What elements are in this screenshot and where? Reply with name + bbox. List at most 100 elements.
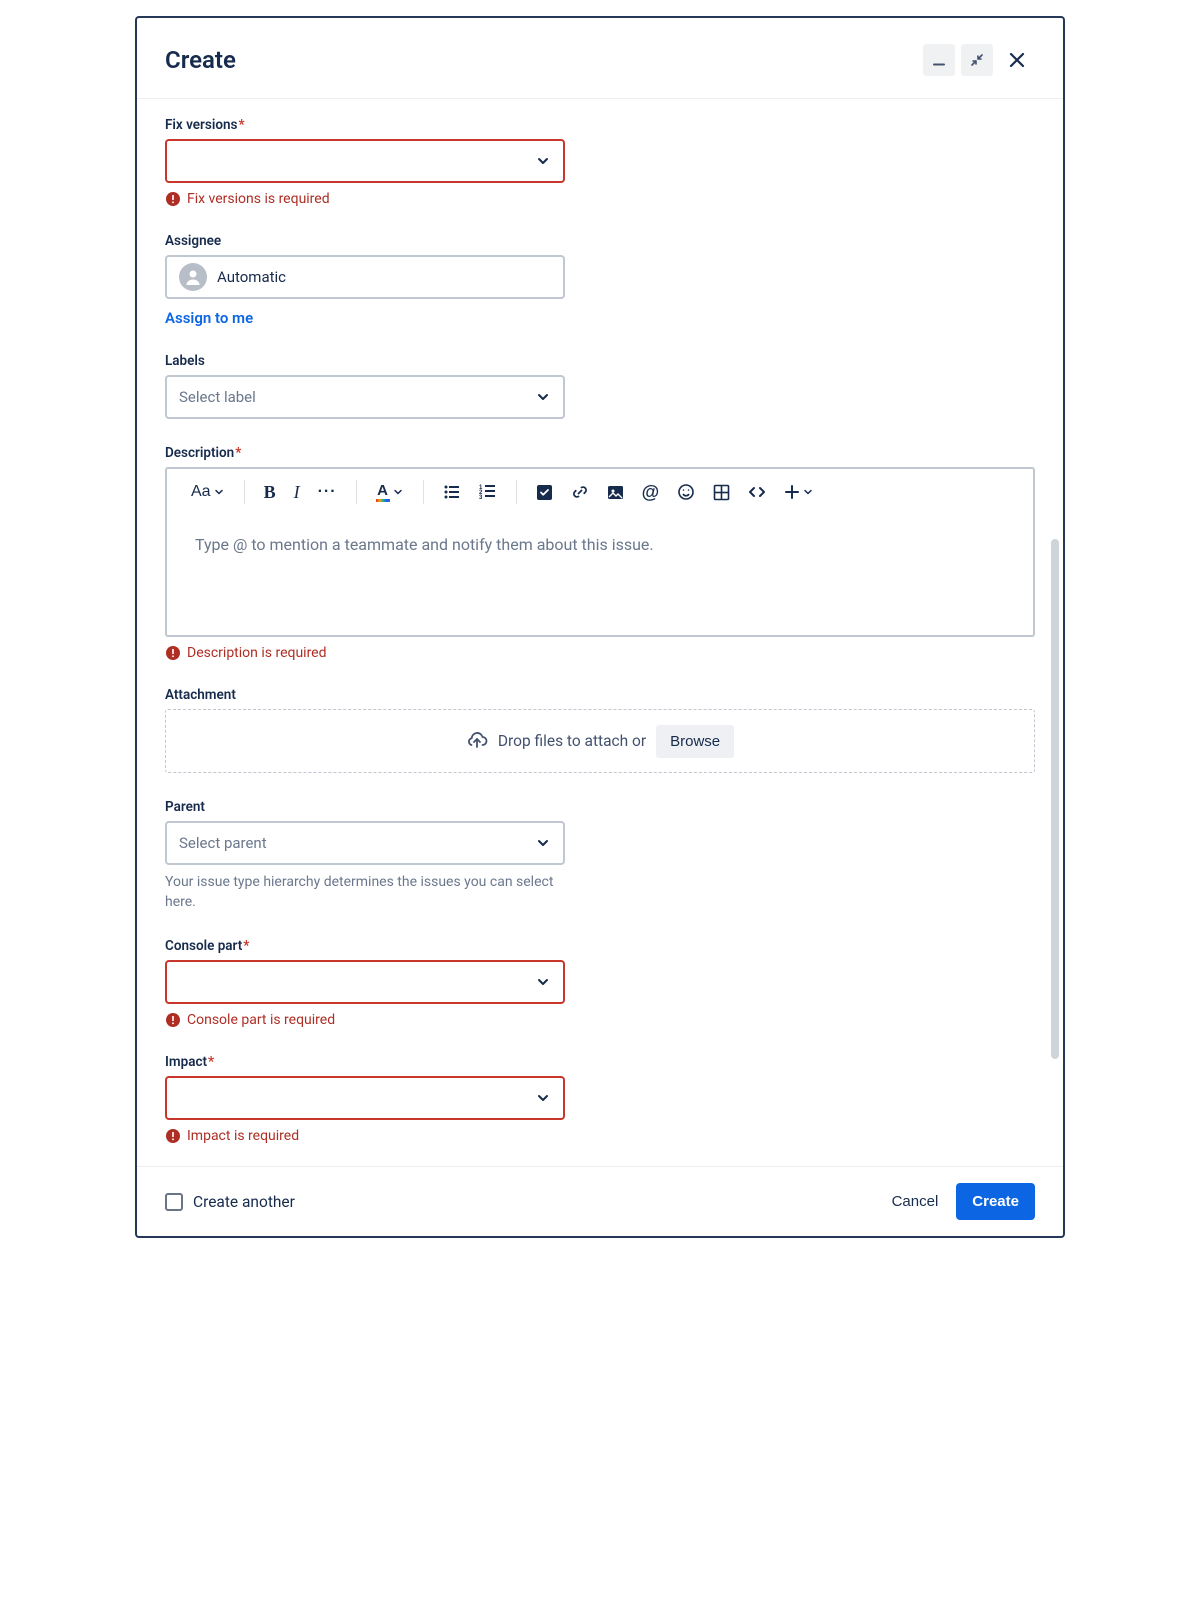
header-actions xyxy=(923,42,1035,78)
image-button[interactable] xyxy=(603,482,628,503)
code-button[interactable] xyxy=(744,481,770,503)
field-fix-versions: Fix versions* Fix versions is required xyxy=(165,117,1035,207)
required-star: * xyxy=(238,117,244,133)
console-part-error: Console part is required xyxy=(165,1012,1035,1028)
console-part-select[interactable] xyxy=(165,960,565,1004)
bullet-list-icon xyxy=(443,483,461,501)
svg-text:3: 3 xyxy=(479,495,483,501)
chevron-down-icon xyxy=(213,486,225,498)
text-style-button[interactable]: Aa xyxy=(187,481,229,503)
emoji-button[interactable] xyxy=(673,481,699,503)
text-style-label: Aa xyxy=(191,483,211,501)
scrollbar-thumb[interactable] xyxy=(1051,539,1059,1059)
create-another-checkbox-row[interactable]: Create another xyxy=(165,1193,295,1211)
smiley-icon xyxy=(677,483,695,501)
check-square-icon xyxy=(536,484,553,501)
modal-body: Fix versions* Fix versions is required A… xyxy=(137,99,1063,1166)
create-another-checkbox[interactable] xyxy=(165,1193,183,1211)
more-formatting-button[interactable]: ··· xyxy=(314,481,341,503)
toolbar-separator xyxy=(244,480,245,504)
minimize-icon xyxy=(931,52,947,68)
attachment-label: Attachment xyxy=(165,687,1035,703)
impact-label-text: Impact xyxy=(165,1054,207,1070)
toolbar-separator xyxy=(423,480,424,504)
numbered-list-icon: 123 xyxy=(479,483,497,501)
labels-select[interactable]: Select label xyxy=(165,375,565,419)
field-description: Description* Aa B I ··· xyxy=(165,445,1035,661)
close-button[interactable] xyxy=(999,42,1035,78)
toolbar-separator xyxy=(356,480,357,504)
chevron-down-icon xyxy=(535,153,551,169)
description-editor: Aa B I ··· A xyxy=(165,467,1035,637)
assignee-value: Automatic xyxy=(217,268,286,286)
link-icon xyxy=(571,483,589,501)
link-button[interactable] xyxy=(567,481,593,503)
checklist-button[interactable] xyxy=(532,482,557,503)
assignee-select[interactable]: Automatic xyxy=(165,255,565,299)
browse-button[interactable]: Browse xyxy=(656,725,734,758)
error-icon xyxy=(165,191,181,207)
dropzone-text: Drop files to attach or xyxy=(498,732,646,750)
impact-label: Impact* xyxy=(165,1054,1035,1070)
description-label-text: Description xyxy=(165,445,234,461)
fix-versions-label-text: Fix versions xyxy=(165,117,237,133)
create-another-label: Create another xyxy=(193,1193,295,1211)
minimize-button[interactable] xyxy=(923,44,955,76)
chevron-down-icon xyxy=(535,1090,551,1106)
attachment-dropzone[interactable]: Drop files to attach or Browse xyxy=(165,709,1035,773)
field-impact: Impact* Impact is required xyxy=(165,1054,1035,1144)
field-parent: Parent Select parent Your issue type hie… xyxy=(165,799,1035,912)
exit-fullscreen-button[interactable] xyxy=(961,44,993,76)
error-icon xyxy=(165,1012,181,1028)
upload-cloud-icon xyxy=(466,730,488,752)
field-attachment: Attachment Drop files to attach or Brows… xyxy=(165,687,1035,773)
description-error-text: Description is required xyxy=(187,645,327,661)
bold-button[interactable]: B xyxy=(260,480,280,505)
parent-label: Parent xyxy=(165,799,1035,815)
chevron-down-icon xyxy=(535,974,551,990)
fix-versions-label: Fix versions* xyxy=(165,117,1035,133)
chevron-down-icon xyxy=(392,486,404,498)
insert-more-button[interactable] xyxy=(780,482,818,502)
cancel-button[interactable]: Cancel xyxy=(892,1193,939,1210)
parent-placeholder: Select parent xyxy=(179,834,267,852)
field-labels: Labels Select label xyxy=(165,353,1035,419)
labels-label: Labels xyxy=(165,353,1035,369)
mention-button[interactable]: @ xyxy=(638,480,664,505)
required-star: * xyxy=(208,1054,214,1070)
footer-actions: Cancel Create xyxy=(892,1183,1035,1220)
create-button[interactable]: Create xyxy=(956,1183,1035,1220)
avatar xyxy=(179,263,207,291)
image-icon xyxy=(607,484,624,501)
person-icon xyxy=(183,267,203,287)
plus-icon xyxy=(784,484,800,500)
italic-button[interactable]: I xyxy=(290,480,304,505)
required-star: * xyxy=(235,445,241,461)
impact-select[interactable] xyxy=(165,1076,565,1120)
numbered-list-button[interactable]: 123 xyxy=(475,481,501,503)
description-error: Description is required xyxy=(165,645,1035,661)
console-part-error-text: Console part is required xyxy=(187,1012,335,1028)
assign-to-me-link[interactable]: Assign to me xyxy=(165,309,253,327)
shrink-icon xyxy=(969,52,985,68)
modal-footer: Create another Cancel Create xyxy=(137,1166,1063,1236)
parent-select[interactable]: Select parent xyxy=(165,821,565,865)
chevron-down-icon xyxy=(535,389,551,405)
labels-placeholder: Select label xyxy=(179,388,256,406)
code-icon xyxy=(748,483,766,501)
console-part-label-text: Console part xyxy=(165,938,242,954)
modal-header: Create xyxy=(137,18,1063,99)
assignee-label: Assignee xyxy=(165,233,1035,249)
bulleted-list-button[interactable] xyxy=(439,481,465,503)
field-console-part: Console part* Console part is required xyxy=(165,938,1035,1028)
description-textarea[interactable]: Type @ to mention a teammate and notify … xyxy=(167,515,1033,635)
rte-toolbar: Aa B I ··· A xyxy=(167,469,1033,515)
modal-title: Create xyxy=(165,46,236,74)
text-color-button[interactable]: A xyxy=(372,481,408,504)
fix-versions-error: Fix versions is required xyxy=(165,191,1035,207)
table-button[interactable] xyxy=(709,482,734,503)
table-icon xyxy=(713,484,730,501)
fix-versions-select[interactable] xyxy=(165,139,565,183)
create-issue-modal: Create Fix versions* xyxy=(135,16,1065,1238)
close-icon xyxy=(1007,50,1027,70)
